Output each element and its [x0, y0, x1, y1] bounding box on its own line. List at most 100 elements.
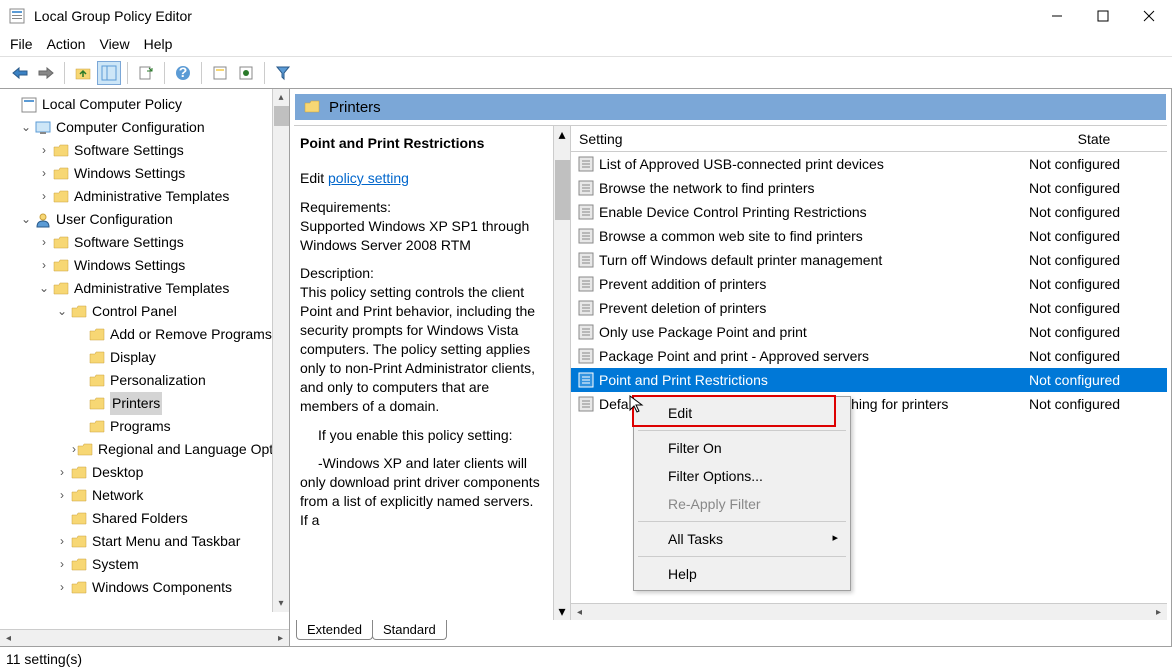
- tree-item[interactable]: ›Network: [4, 484, 289, 507]
- context-all-tasks[interactable]: All Tasks▸: [636, 525, 848, 553]
- tree-item[interactable]: ›System: [4, 553, 289, 576]
- back-button[interactable]: [8, 61, 32, 85]
- expand-icon[interactable]: ›: [54, 484, 70, 507]
- expand-icon[interactable]: ›: [36, 185, 52, 208]
- tab-standard[interactable]: Standard: [372, 620, 447, 640]
- tree-item[interactable]: ›Windows Settings: [4, 254, 289, 277]
- tree-control-panel[interactable]: ⌄Control Panel: [4, 300, 289, 323]
- setting-name: Package Point and print - Approved serve…: [599, 348, 1021, 364]
- policy-icon: [577, 347, 595, 365]
- tree-printers[interactable]: Printers: [4, 392, 289, 415]
- list-row[interactable]: Turn off Windows default printer managem…: [571, 248, 1167, 272]
- collapse-icon[interactable]: ⌄: [36, 277, 52, 300]
- context-help[interactable]: Help: [636, 560, 848, 588]
- column-setting[interactable]: Setting: [571, 131, 1021, 147]
- tree-user-config[interactable]: ⌄ User Configuration: [4, 208, 289, 231]
- tree-computer-config[interactable]: ⌄ Computer Configuration: [4, 116, 289, 139]
- folder-icon: [70, 533, 88, 551]
- tree-admin-templates[interactable]: ⌄Administrative Templates: [4, 277, 289, 300]
- tree-item[interactable]: ›Administrative Templates: [4, 185, 289, 208]
- tree-item[interactable]: ›Desktop: [4, 461, 289, 484]
- folder-icon: [52, 165, 70, 183]
- list-row[interactable]: Browse the network to find printersNot c…: [571, 176, 1167, 200]
- menu-action[interactable]: Action: [47, 36, 86, 52]
- list-row[interactable]: Package Point and print - Approved serve…: [571, 344, 1167, 368]
- policy-icon: [577, 275, 595, 293]
- list-row[interactable]: Only use Package Point and printNot conf…: [571, 320, 1167, 344]
- tree-vscrollbar[interactable]: ▴▾: [272, 89, 289, 612]
- expand-icon[interactable]: ›: [54, 553, 70, 576]
- list-row[interactable]: Prevent deletion of printersNot configur…: [571, 296, 1167, 320]
- submenu-arrow-icon: ▸: [832, 531, 838, 544]
- expand-icon[interactable]: ›: [36, 231, 52, 254]
- tree-item[interactable]: ›Start Menu and Taskbar: [4, 530, 289, 553]
- help-button[interactable]: ?: [171, 61, 195, 85]
- expand-icon[interactable]: ›: [36, 139, 52, 162]
- computer-icon: [34, 119, 52, 137]
- expand-icon[interactable]: ›: [36, 162, 52, 185]
- export-button[interactable]: [134, 61, 158, 85]
- view-tabs: Extended Standard: [294, 620, 1167, 646]
- policy-icon: [577, 299, 595, 317]
- expand-icon[interactable]: ›: [36, 254, 52, 277]
- tree-root[interactable]: Local Computer Policy: [4, 93, 289, 116]
- list-row[interactable]: Browse a common web site to find printer…: [571, 224, 1167, 248]
- tree-item[interactable]: Personalization: [4, 369, 289, 392]
- up-button[interactable]: [71, 61, 95, 85]
- tree-item[interactable]: Add or Remove Programs: [4, 323, 289, 346]
- expand-icon[interactable]: ›: [54, 461, 70, 484]
- folder-icon: [70, 556, 88, 574]
- close-button[interactable]: [1126, 0, 1172, 32]
- icon-button-2[interactable]: [234, 61, 258, 85]
- list-hscrollbar[interactable]: ◂▸: [571, 603, 1167, 620]
- description-panel: Point and Print Restrictions Edit policy…: [294, 126, 554, 620]
- menu-file[interactable]: File: [10, 36, 33, 52]
- list-row[interactable]: Enable Device Control Printing Restricti…: [571, 200, 1167, 224]
- menu-view[interactable]: View: [99, 36, 129, 52]
- folder-icon: [52, 188, 70, 206]
- setting-state: Not configured: [1021, 276, 1167, 292]
- tree-item[interactable]: ›Software Settings: [4, 139, 289, 162]
- tree-pane: Local Computer Policy ⌄ Computer Configu…: [0, 89, 290, 646]
- tree-item[interactable]: ›Windows Components: [4, 576, 289, 599]
- folder-icon: [76, 441, 94, 459]
- policy-icon: [577, 179, 595, 197]
- tree-item[interactable]: ›Software Settings: [4, 231, 289, 254]
- tree-item[interactable]: ›Regional and Language Options: [4, 438, 289, 461]
- collapse-icon[interactable]: ⌄: [18, 116, 34, 139]
- list-row[interactable]: Point and Print RestrictionsNot configur…: [571, 368, 1167, 392]
- filter-button[interactable]: [271, 61, 295, 85]
- collapse-icon[interactable]: ⌄: [54, 300, 70, 323]
- edit-policy-link[interactable]: policy setting: [328, 170, 409, 186]
- show-hide-tree-button[interactable]: [97, 61, 121, 85]
- setting-name: Browse a common web site to find printer…: [599, 228, 1021, 244]
- context-edit[interactable]: Edit: [636, 399, 848, 427]
- folder-icon: [70, 487, 88, 505]
- tree-item[interactable]: Shared Folders: [4, 507, 289, 530]
- collapse-icon[interactable]: ⌄: [18, 208, 34, 231]
- policy-icon: [577, 227, 595, 245]
- menu-help[interactable]: Help: [144, 36, 173, 52]
- policy-title: Point and Print Restrictions: [300, 134, 543, 153]
- forward-button[interactable]: [34, 61, 58, 85]
- tab-extended[interactable]: Extended: [296, 620, 373, 640]
- list-row[interactable]: List of Approved USB-connected print dev…: [571, 152, 1167, 176]
- tree-item[interactable]: Programs: [4, 415, 289, 438]
- context-filter-options[interactable]: Filter Options...: [636, 462, 848, 490]
- folder-icon: [303, 98, 321, 116]
- list-row[interactable]: Prevent addition of printersNot configur…: [571, 272, 1167, 296]
- context-filter-on[interactable]: Filter On: [636, 434, 848, 462]
- icon-button-1[interactable]: [208, 61, 232, 85]
- svg-text:?: ?: [179, 65, 188, 80]
- tree-hscrollbar[interactable]: ◂▸: [0, 629, 289, 646]
- titlebar: Local Group Policy Editor: [0, 0, 1172, 32]
- tree-item[interactable]: ›Windows Settings: [4, 162, 289, 185]
- list-vscrollbar[interactable]: ▴▾: [554, 126, 571, 620]
- column-state[interactable]: State: [1021, 131, 1167, 147]
- expand-icon[interactable]: ›: [54, 530, 70, 553]
- minimize-button[interactable]: [1034, 0, 1080, 32]
- maximize-button[interactable]: [1080, 0, 1126, 32]
- policy-root-icon: [20, 96, 38, 114]
- tree-item[interactable]: Display: [4, 346, 289, 369]
- expand-icon[interactable]: ›: [54, 576, 70, 599]
